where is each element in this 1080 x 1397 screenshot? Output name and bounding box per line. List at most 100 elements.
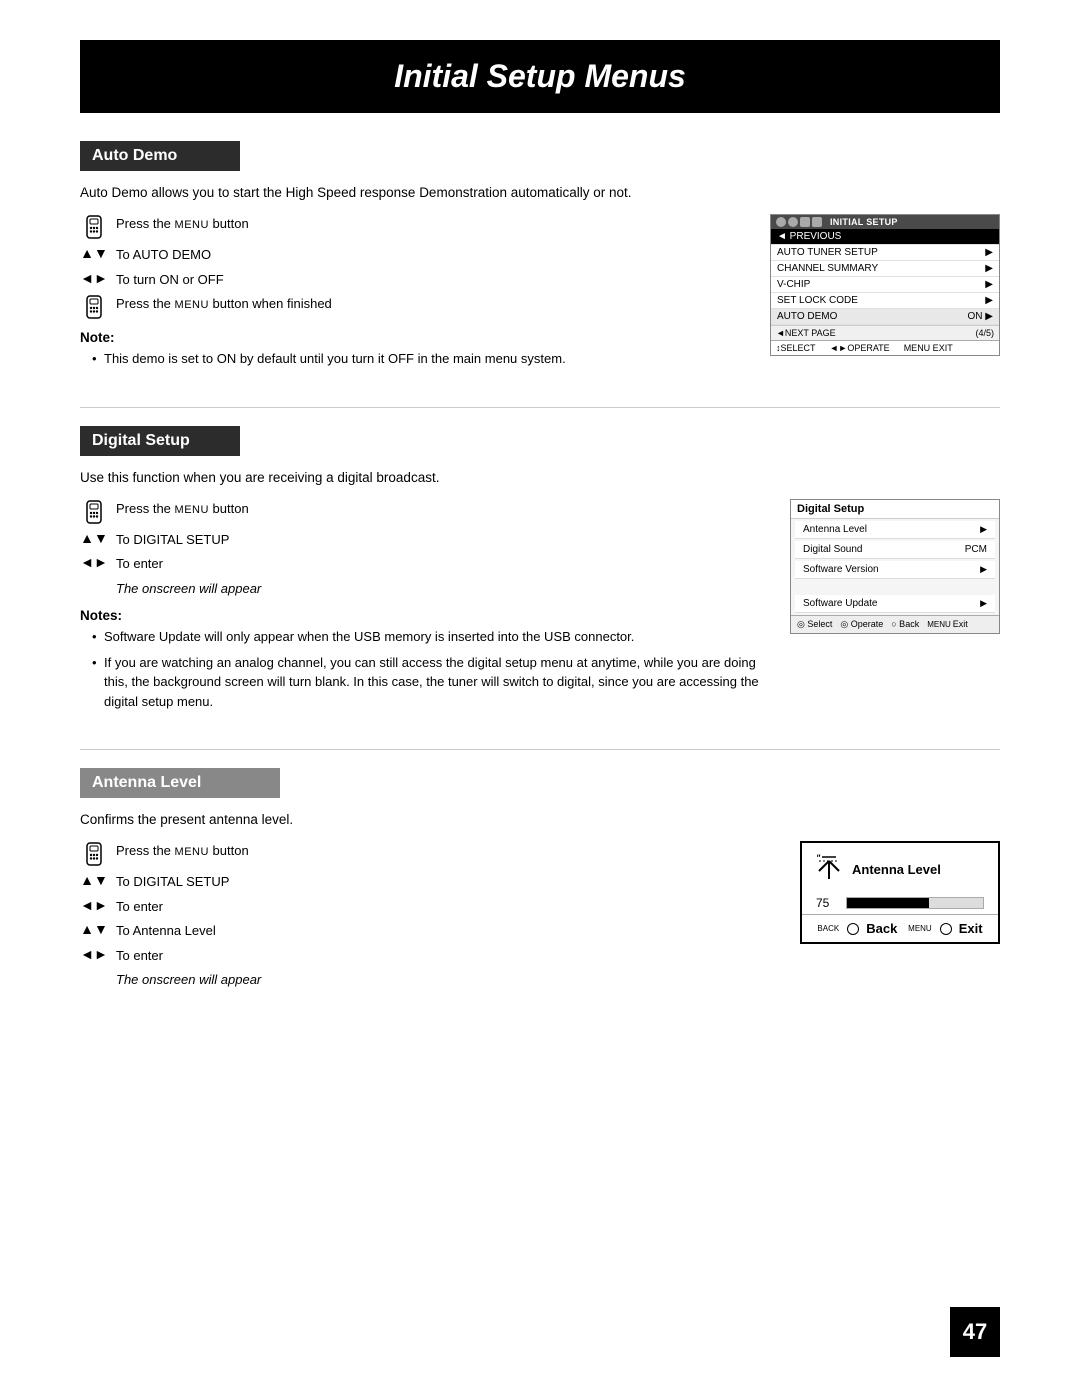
auto-demo-note: Note: This demo is set to ON by default … (80, 330, 740, 369)
arrow-left-right-icon: ◄► (80, 554, 108, 570)
screen-footer-select: ↕SELECT (776, 343, 816, 353)
antenna-level-steps: Press the Menu button ▲▼ To DIGITAL SETU… (80, 841, 770, 995)
screen-page-count: (4/5) (975, 328, 994, 338)
svg-text:": " (816, 853, 821, 863)
al-screen-header: " Antenna Level (802, 843, 998, 892)
step-text: Press the Menu button (116, 499, 249, 519)
ds-menu-item: Digital Sound PCM (795, 541, 995, 559)
auto-demo-content: Press the Menu button ▲▼ To AUTO DEMO ◄►… (80, 214, 1000, 375)
ds-screen-title: Digital Setup (791, 500, 999, 519)
digital-setup-header: Digital Setup (80, 426, 240, 456)
screen-item-label: AUTO DEMO (777, 311, 837, 322)
ds-menu-item: Software Update ▶ (795, 595, 995, 613)
al-exit-key-label: MENU (908, 924, 932, 933)
ds-footer-operate: ◎ Operate (840, 619, 883, 630)
step-row: ◄► To enter (80, 897, 770, 917)
screen-footer-operate: ◄►OPERATE (830, 343, 890, 353)
screen-item-label: V-CHIP (777, 279, 810, 290)
digital-setup-content: Press the Menu button ▲▼ To DIGITAL SETU… (80, 499, 1000, 718)
ds-screen-footer: ◎ Select ◎ Operate ○ Back MENU Exit (791, 615, 999, 633)
al-bar-container (846, 897, 984, 909)
ds-item-label: Software Update (803, 598, 878, 609)
step-row: The onscreen will appear (80, 970, 770, 990)
section-divider (80, 749, 1000, 750)
arrow-left-right-icon: ◄► (80, 270, 108, 286)
al-exit-button: MENU Exit (908, 921, 982, 936)
screen-footer-controls: ↕SELECT ◄►OPERATE MENU EXIT (771, 340, 999, 355)
al-bar-row: 75 (802, 892, 998, 914)
step-text: To enter (116, 554, 163, 574)
screen-item-label: SET LOCK CODE (777, 295, 858, 306)
note-item: Software Update will only appear when th… (92, 627, 760, 647)
digital-setup-notes: Notes: Software Update will only appear … (80, 608, 760, 711)
screen-icon (788, 217, 798, 227)
screen-menu-item: AUTO TUNER SETUP ▶ (771, 245, 999, 261)
arrow-left-right-icon: ◄► (80, 897, 108, 913)
antenna-level-screen: " Antenna Level 75 BACK Back (800, 841, 1000, 944)
step-text: Press the Menu button when finished (116, 294, 332, 314)
step-text: To Antenna Level (116, 921, 216, 941)
note-item: This demo is set to ON by default until … (92, 349, 740, 369)
auto-demo-header: Auto Demo (80, 141, 240, 171)
step-row: Press the Menu button when finished (80, 294, 740, 320)
remote-icon (80, 294, 108, 320)
screen-item-value: ON ▶ (968, 311, 993, 322)
screen-menu-item: CHANNEL SUMMARY ▶ (771, 261, 999, 277)
step-row: The onscreen will appear (80, 579, 760, 599)
step-row: Press the Menu button (80, 841, 770, 867)
screen-title: INITIAL SETUP (830, 217, 898, 227)
antenna-level-description: Confirms the present antenna level. (80, 812, 1000, 827)
ds-footer-select: ◎ Select (797, 619, 832, 630)
ds-item-label: Antenna Level (803, 524, 867, 535)
antenna-level-content: Press the Menu button ▲▼ To DIGITAL SETU… (80, 841, 1000, 995)
digital-setup-description: Use this function when you are receiving… (80, 470, 1000, 485)
antenna-icon: " (814, 851, 844, 888)
step-text: To enter (116, 897, 163, 917)
screen-item-label: AUTO TUNER SETUP (777, 247, 878, 258)
ds-item-arrow: ▶ (980, 524, 987, 535)
step-text-italic: The onscreen will appear (116, 579, 261, 599)
section-digital-setup: Digital Setup Use this function when you… (80, 426, 1000, 718)
ds-menu-item: Software Version ▶ (795, 561, 995, 579)
screen-previous-item: ◄ PREVIOUS (771, 229, 999, 245)
ds-item-arrow: ▶ (980, 598, 987, 609)
step-text: To DIGITAL SETUP (116, 530, 229, 550)
remote-icon (80, 841, 108, 867)
al-screen-footer: BACK Back MENU Exit (802, 914, 998, 942)
step-row: ◄► To enter (80, 554, 760, 574)
ds-spacer (791, 581, 999, 593)
al-back-key-label: BACK (817, 924, 839, 933)
screen-icon (812, 217, 822, 227)
screen-item-arrow: ▶ (985, 263, 993, 274)
step-row: ◄► To turn ON or OFF (80, 270, 740, 290)
step-row: Press the Menu button (80, 214, 740, 240)
step-row: ▲▼ To Antenna Level (80, 921, 770, 941)
screen-icon (776, 217, 786, 227)
step-text: To turn ON or OFF (116, 270, 224, 290)
section-divider (80, 407, 1000, 408)
note-list: Software Update will only appear when th… (92, 627, 760, 711)
initial-setup-screen: INITIAL SETUP ◄ PREVIOUS AUTO TUNER SETU… (770, 214, 1000, 356)
step-row: ▲▼ To DIGITAL SETUP (80, 530, 760, 550)
ds-item-value: PCM (965, 544, 987, 555)
ds-item-label: Software Version (803, 564, 879, 575)
al-exit-circle (940, 923, 952, 935)
screen-item-arrow: ▶ (985, 295, 993, 306)
step-text: To AUTO DEMO (116, 245, 211, 265)
remote-icon (80, 214, 108, 240)
screen-header-icons (776, 217, 822, 227)
ds-footer-back: ○ Back (891, 619, 919, 629)
step-row: ◄► To enter (80, 946, 770, 966)
remote-icon (80, 499, 108, 525)
ds-menu-item: Antenna Level ▶ (795, 521, 995, 539)
auto-demo-steps: Press the Menu button ▲▼ To AUTO DEMO ◄►… (80, 214, 740, 375)
screen-footer-exit: MENU EXIT (904, 343, 953, 353)
page-wrapper: Initial Setup Menus Auto Demo Auto Demo … (0, 0, 1080, 1397)
screen-next-page-label: ◄NEXT PAGE (776, 328, 836, 338)
auto-demo-description: Auto Demo allows you to start the High S… (80, 185, 1000, 200)
al-back-button: BACK Back (817, 921, 897, 936)
screen-item-arrow: ▶ (985, 279, 993, 290)
step-text: Press the Menu button (116, 214, 249, 234)
step-row: Press the Menu button (80, 499, 760, 525)
antenna-svg-icon: " (814, 851, 844, 881)
